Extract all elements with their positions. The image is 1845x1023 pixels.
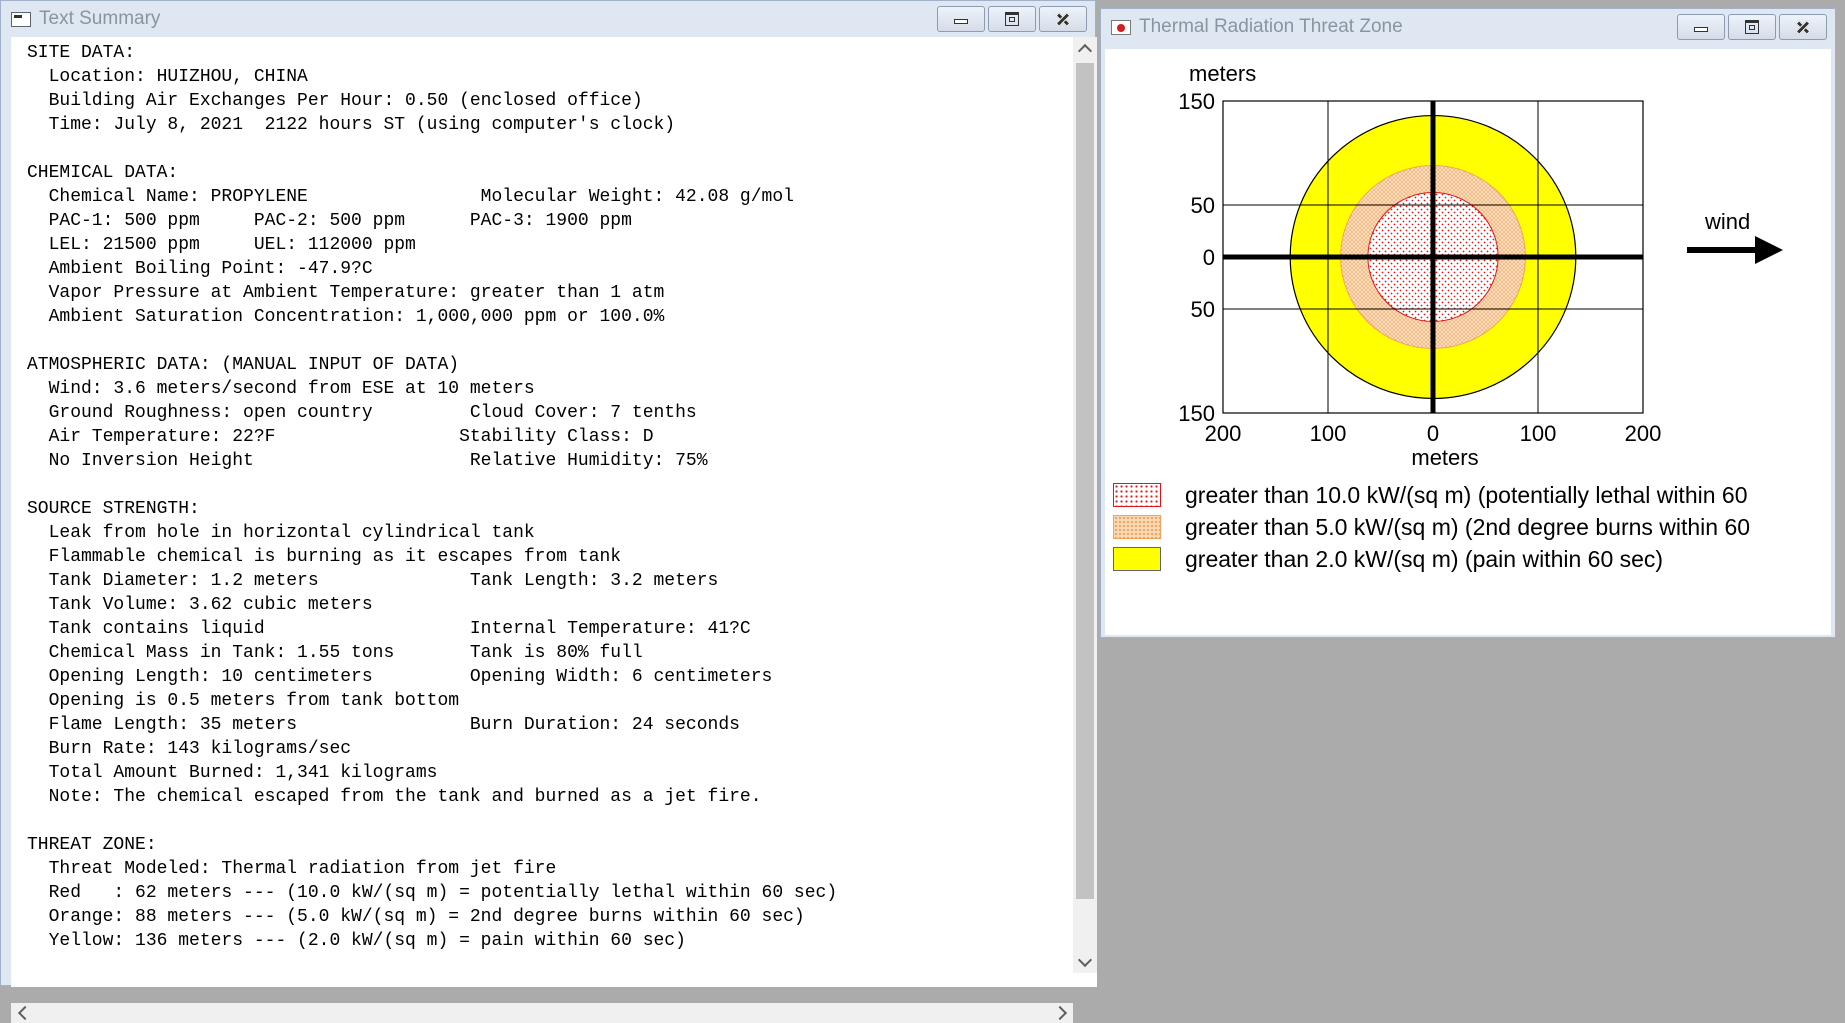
summary-line: Location: HUIZHOU, CHINA <box>27 67 308 87</box>
summary-line: PAC-1: 500 ppm PAC-2: 500 ppm PAC-3: 190… <box>27 211 632 231</box>
summary-line: Vapor Pressure at Ambient Temperature: g… <box>27 283 665 303</box>
y-tick-label: 150 <box>1178 89 1215 114</box>
summary-line <box>27 809 837 833</box>
legend-label: greater than 5.0 kW/(sq m) (2nd degree b… <box>1185 513 1751 540</box>
summary-line: SITE DATA: <box>27 43 136 63</box>
chevron-down-icon <box>1077 952 1093 967</box>
close-button[interactable] <box>1779 14 1827 40</box>
threat-zone-titlebar[interactable]: Thermal Radiation Threat Zone <box>1101 9 1835 45</box>
x-tick-label: 100 <box>1520 421 1557 446</box>
wind-indicator: wind <box>1685 209 1805 269</box>
summary-line: Leak from hole in horizontal cylindrical… <box>27 523 535 543</box>
chevron-right-icon <box>1052 1005 1067 1021</box>
y-tick-label: 150 <box>1178 401 1215 426</box>
summary-line: Yellow: 136 meters --- (2.0 kW/(sq m) = … <box>27 931 686 951</box>
vertical-scrollbar[interactable] <box>1073 37 1097 973</box>
window-title: Text Summary <box>39 8 161 29</box>
summary-line: THREAT ZONE: <box>27 835 157 855</box>
summary-line: Tank Volume: 3.62 cubic meters <box>27 595 373 615</box>
legend-swatch-red <box>1113 483 1161 507</box>
minimize-button[interactable] <box>1677 14 1725 40</box>
summary-line: No Inversion Height Relative Humidity: 7… <box>27 451 708 471</box>
summary-line <box>27 329 837 353</box>
threat-zone-plot: 200 100 0 100 20015050050150metersmeters <box>1178 61 1662 469</box>
close-button[interactable] <box>1039 6 1087 32</box>
summary-line: Orange: 88 meters --- (5.0 kW/(sq m) = 2… <box>27 907 805 927</box>
threat-zone-content: 200 100 0 100 200 150 50 0 50 150 meters meters win… <box>1105 49 1831 635</box>
wind-label: wind <box>1705 209 1751 234</box>
scroll-down-button[interactable] <box>1073 951 1097 973</box>
summary-line: Ambient Saturation Concentration: 1,000,… <box>27 307 665 327</box>
summary-line: Tank Diameter: 1.2 meters Tank Length: 3… <box>27 571 719 591</box>
window-title: Thermal Radiation Threat Zone <box>1139 16 1403 37</box>
legend: greater than 10.0 kW/(sq m) (potentially… <box>1113 479 1750 575</box>
summary-line: Chemical Mass in Tank: 1.55 tons Tank is… <box>27 643 643 663</box>
minimize-icon <box>953 11 969 27</box>
text-summary-window: Text Summary SITE DATA: Location: HUIZHO… <box>0 0 1097 1023</box>
y-axis-label: meters <box>1189 61 1256 86</box>
maximize-icon <box>1004 11 1020 27</box>
x-tick-label: 0 <box>1427 421 1439 446</box>
app-icon <box>11 11 31 27</box>
summary-text: SITE DATA: Location: HUIZHOU, CHINA Buil… <box>27 41 837 953</box>
summary-line: Burn Rate: 143 kilograms/sec <box>27 739 352 759</box>
chevron-left-icon <box>17 1005 32 1021</box>
y-tick-label: 50 <box>1191 297 1215 322</box>
legend-label: greater than 2.0 kW/(sq m) (pain within … <box>1185 545 1664 572</box>
threat-zone-window: Thermal Radiation Threat Zone 200 100 0 100… <box>1100 8 1836 638</box>
x-tick-label: 200 <box>1625 421 1662 446</box>
summary-line: Ground Roughness: open country Cloud Cov… <box>27 403 697 423</box>
text-summary-content: SITE DATA: Location: HUIZHOU, CHINA Buil… <box>11 37 1097 1023</box>
close-icon <box>1795 19 1811 35</box>
summary-line: Chemical Name: PROPYLENE Molecular Weigh… <box>27 187 794 207</box>
summary-line: Threat Modeled: Thermal radiation from j… <box>27 859 557 879</box>
scroll-right-button[interactable] <box>1051 1003 1073 1023</box>
summary-line: Flame Length: 35 meters Burn Duration: 2… <box>27 715 740 735</box>
minimize-button[interactable] <box>937 6 985 32</box>
summary-line: CHEMICAL DATA: <box>27 163 179 183</box>
y-tick-label: 50 <box>1191 193 1215 218</box>
minimize-icon <box>1693 19 1709 35</box>
summary-line: Building Air Exchanges Per Hour: 0.50 (e… <box>27 91 643 111</box>
x-axis-label: meters <box>1411 445 1478 469</box>
maximize-icon <box>1744 19 1760 35</box>
summary-line: Opening Length: 10 centimeters Opening W… <box>27 667 773 687</box>
summary-line: Wind: 3.6 meters/second from ESE at 10 m… <box>27 379 535 399</box>
summary-line: LEL: 21500 ppm UEL: 112000 ppm <box>27 235 416 255</box>
legend-item-orange: greater than 5.0 kW/(sq m) (2nd degree b… <box>1113 511 1750 543</box>
wind-arrow-icon <box>1687 236 1783 264</box>
x-tick-label: 100 <box>1310 421 1347 446</box>
summary-line: Tank contains liquid Internal Temperatur… <box>27 619 751 639</box>
scroll-thumb[interactable] <box>1076 63 1094 899</box>
summary-line: ATMOSPHERIC DATA: (MANUAL INPUT OF DATA) <box>27 355 460 375</box>
summary-line: Opening is 0.5 meters from tank bottom <box>27 691 460 711</box>
legend-swatch-orange <box>1113 515 1161 539</box>
summary-line: Flammable chemical is burning as it esca… <box>27 547 622 567</box>
summary-line: Air Temperature: 22?F Stability Class: D <box>27 427 654 447</box>
horizontal-scrollbar[interactable] <box>11 1003 1073 1023</box>
summary-line: Red : 62 meters --- (10.0 kW/(sq m) = po… <box>27 883 838 903</box>
fire-icon <box>1111 19 1131 35</box>
legend-item-red: greater than 10.0 kW/(sq m) (potentially… <box>1113 479 1750 511</box>
legend-label: greater than 10.0 kW/(sq m) (potentially… <box>1185 481 1748 508</box>
scroll-left-button[interactable] <box>11 1003 33 1023</box>
chevron-up-icon <box>1077 43 1093 58</box>
y-tick-label: 0 <box>1203 245 1215 270</box>
close-icon <box>1055 11 1071 27</box>
scroll-up-button[interactable] <box>1073 37 1097 59</box>
legend-item-yellow: greater than 2.0 kW/(sq m) (pain within … <box>1113 543 1750 575</box>
summary-line <box>27 473 837 497</box>
maximize-button[interactable] <box>988 6 1036 32</box>
text-summary-titlebar[interactable]: Text Summary <box>1 1 1095 37</box>
summary-line: Ambient Boiling Point: -47.9?C <box>27 259 373 279</box>
maximize-button[interactable] <box>1728 14 1776 40</box>
summary-line <box>27 137 837 161</box>
summary-line: Total Amount Burned: 1,341 kilograms <box>27 763 438 783</box>
summary-line: Time: July 8, 2021 2122 hours ST (using … <box>27 115 676 135</box>
summary-line: Note: The chemical escaped from the tank… <box>27 787 762 807</box>
summary-line: SOURCE STRENGTH: <box>27 499 200 519</box>
legend-swatch-yellow <box>1113 547 1161 571</box>
